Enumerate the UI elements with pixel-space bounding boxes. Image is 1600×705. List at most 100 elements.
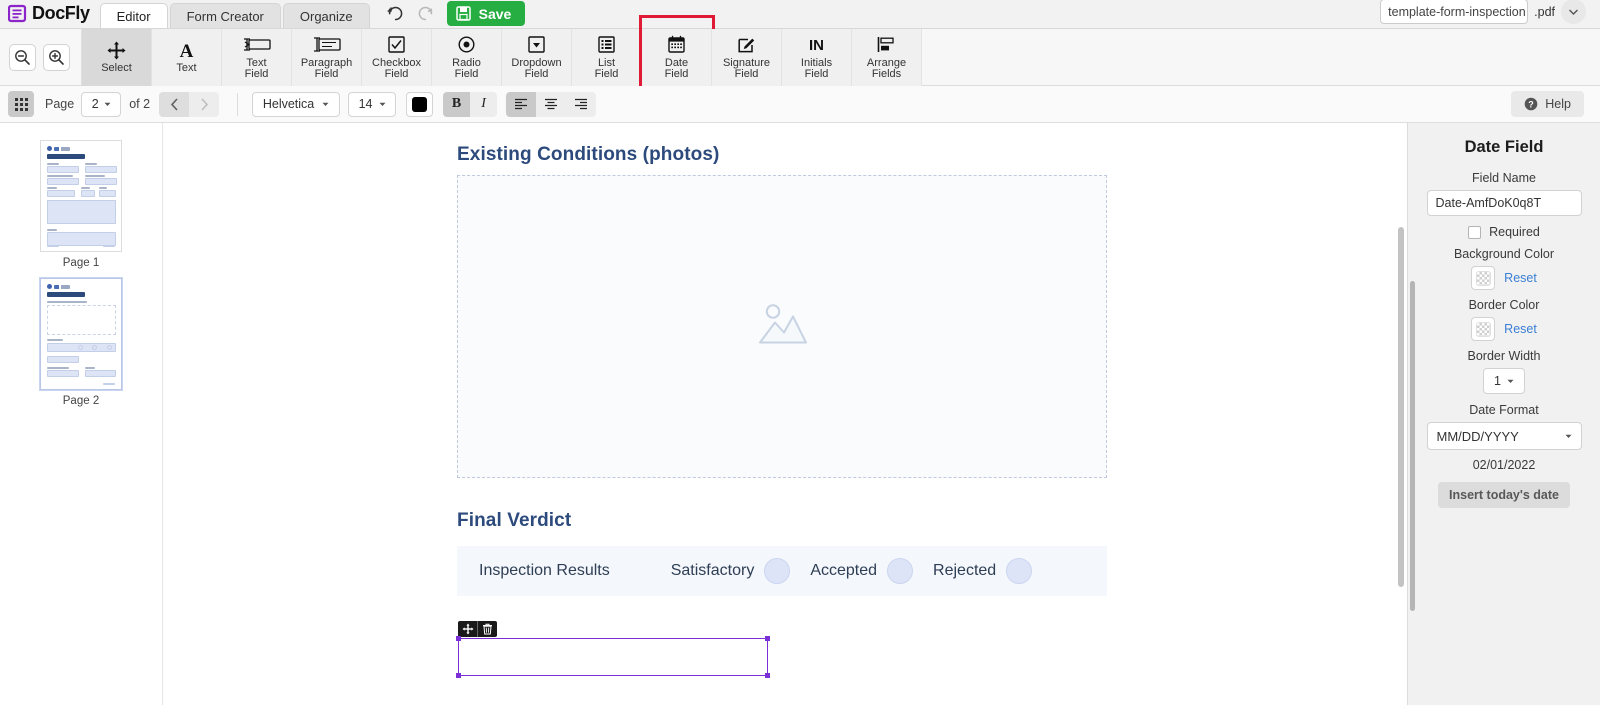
text-color-button[interactable]	[406, 92, 433, 117]
field-move-handle[interactable]	[458, 621, 477, 637]
background-color-swatch[interactable]	[1471, 266, 1495, 290]
mini-label	[47, 367, 69, 369]
letter-a-icon: A	[176, 39, 197, 61]
thumbnail-image-page-2[interactable]	[40, 278, 122, 390]
properties-scrollbar[interactable]	[1410, 281, 1415, 611]
undo-arrow-icon[interactable]	[386, 4, 405, 23]
border-color-swatch[interactable]	[1471, 317, 1495, 341]
tool-text[interactable]: A Text	[152, 29, 222, 86]
background-color-row: Reset	[1471, 266, 1537, 290]
mini-label	[47, 339, 63, 341]
thumbnail-image-page-1[interactable]	[40, 140, 122, 252]
mini-field	[47, 356, 79, 363]
tool-dropdown-field[interactable]: Dropdown Field	[502, 29, 572, 86]
file-menu-button[interactable]	[1561, 0, 1586, 24]
filename-input[interactable]: template-form-inspection	[1380, 0, 1528, 24]
resize-handle-tl[interactable]	[456, 636, 461, 641]
canvas-scrollbar[interactable]	[1398, 227, 1404, 587]
mini-logo-icon	[47, 284, 52, 289]
bold-italic-group: B I	[443, 92, 497, 117]
tool-paragraph-field-label: Paragraph Field	[301, 58, 352, 81]
date-field-selected[interactable]	[458, 638, 768, 676]
tool-list-field[interactable]: List Field	[572, 29, 642, 86]
border-width-select[interactable]: 1	[1483, 368, 1525, 394]
mini-label	[47, 229, 57, 231]
mini-label	[99, 187, 107, 189]
insert-today-date-button[interactable]: Insert today's date	[1438, 482, 1570, 508]
background-color-reset-link[interactable]: Reset	[1504, 271, 1537, 285]
tab-form-creator[interactable]: Form Creator	[170, 3, 281, 28]
mini-brand-line	[54, 285, 70, 289]
tool-date-field-label: Date Field	[665, 58, 689, 81]
mini-footer	[103, 245, 115, 247]
mini-label	[85, 163, 97, 165]
verdict-option-accepted-label: Accepted	[810, 562, 877, 580]
align-center-button[interactable]	[536, 92, 566, 117]
required-row: Required	[1468, 225, 1540, 239]
chevron-down-icon	[104, 102, 111, 107]
italic-button[interactable]: I	[470, 92, 497, 117]
mini-field	[47, 232, 116, 246]
field-delete-button[interactable]	[478, 621, 497, 637]
bold-button[interactable]: B	[443, 92, 470, 117]
brand-name: DocFly	[32, 3, 90, 24]
tool-date-field[interactable]: Date Field	[642, 29, 712, 86]
verdict-radio-accepted[interactable]	[887, 558, 913, 584]
redo-arrow-icon[interactable]	[416, 4, 435, 23]
tool-text-label: Text	[176, 63, 196, 75]
thumbnail-page-2[interactable]: Page 2	[40, 278, 122, 407]
tool-text-field[interactable]: Text Field	[222, 29, 292, 86]
font-size-select[interactable]: 14	[348, 92, 396, 117]
verdict-row-label: Inspection Results	[479, 562, 610, 580]
field-name-input[interactable]: Date-AmfDoK0q8T	[1427, 190, 1582, 216]
grid-view-button[interactable]	[8, 91, 34, 117]
docfly-logo-icon	[8, 4, 27, 23]
help-button[interactable]: ? Help	[1511, 91, 1584, 117]
background-color-label: Background Color	[1454, 247, 1554, 261]
tab-organize[interactable]: Organize	[283, 3, 370, 28]
thumbnail-page-1[interactable]: Page 1	[40, 140, 122, 269]
tool-radio-field-label: Radio Field	[452, 58, 481, 81]
align-right-button[interactable]	[566, 92, 596, 117]
prev-page-button[interactable]	[159, 92, 189, 117]
resize-handle-tr[interactable]	[765, 636, 770, 641]
page-number-select[interactable]: 2	[81, 92, 121, 117]
tool-checkbox-field[interactable]: Checkbox Field	[362, 29, 432, 86]
tool-select[interactable]: Select	[82, 29, 152, 86]
image-placeholder-icon	[752, 300, 812, 353]
mini-table	[47, 200, 116, 224]
tool-paragraph-field[interactable]: Paragraph Field	[292, 29, 362, 86]
move-arrows-icon	[462, 623, 474, 635]
required-checkbox[interactable]	[1468, 226, 1481, 239]
file-extension-label: .pdf	[1534, 5, 1555, 19]
border-color-reset-link[interactable]: Reset	[1504, 322, 1537, 336]
zoom-out-button[interactable]	[9, 44, 36, 71]
text-color-swatch	[412, 97, 427, 112]
next-page-button[interactable]	[189, 92, 219, 117]
tool-list-field-label: List Field	[595, 58, 619, 81]
document-canvas[interactable]: Existing Conditions (photos) Final Verdi…	[163, 123, 1407, 705]
tool-arrange-fields[interactable]: Arrange Fields	[852, 29, 922, 86]
align-left-button[interactable]	[506, 92, 536, 117]
mini-logo-icon	[47, 146, 52, 151]
radio-button-icon	[457, 34, 476, 56]
save-button[interactable]: Save	[447, 1, 526, 26]
tab-editor[interactable]: Editor	[100, 3, 168, 28]
date-format-select[interactable]: MM/DD/YYYY	[1427, 422, 1582, 450]
tool-radio-field[interactable]: Radio Field	[432, 29, 502, 86]
resize-handle-bl[interactable]	[456, 673, 461, 678]
photo-dropzone[interactable]	[457, 175, 1107, 478]
field-action-toolbar	[458, 621, 497, 637]
resize-handle-br[interactable]	[765, 673, 770, 678]
tool-initials-field[interactable]: IN Initials Field	[782, 29, 852, 86]
section-title-existing-conditions: Existing Conditions (photos)	[457, 144, 719, 166]
transparent-checker-icon	[1476, 271, 1491, 286]
tool-signature-field[interactable]: Signature Field	[712, 29, 782, 86]
zoom-in-button[interactable]	[43, 44, 70, 71]
verdict-radio-rejected[interactable]	[1006, 558, 1032, 584]
font-family-select[interactable]: Helvetica	[252, 92, 340, 117]
verdict-radio-satisfactory[interactable]	[764, 558, 790, 584]
mini-radio	[92, 345, 97, 350]
pdf-page[interactable]: Existing Conditions (photos) Final Verdi…	[407, 123, 1151, 705]
brand-logo: DocFly	[0, 0, 100, 28]
